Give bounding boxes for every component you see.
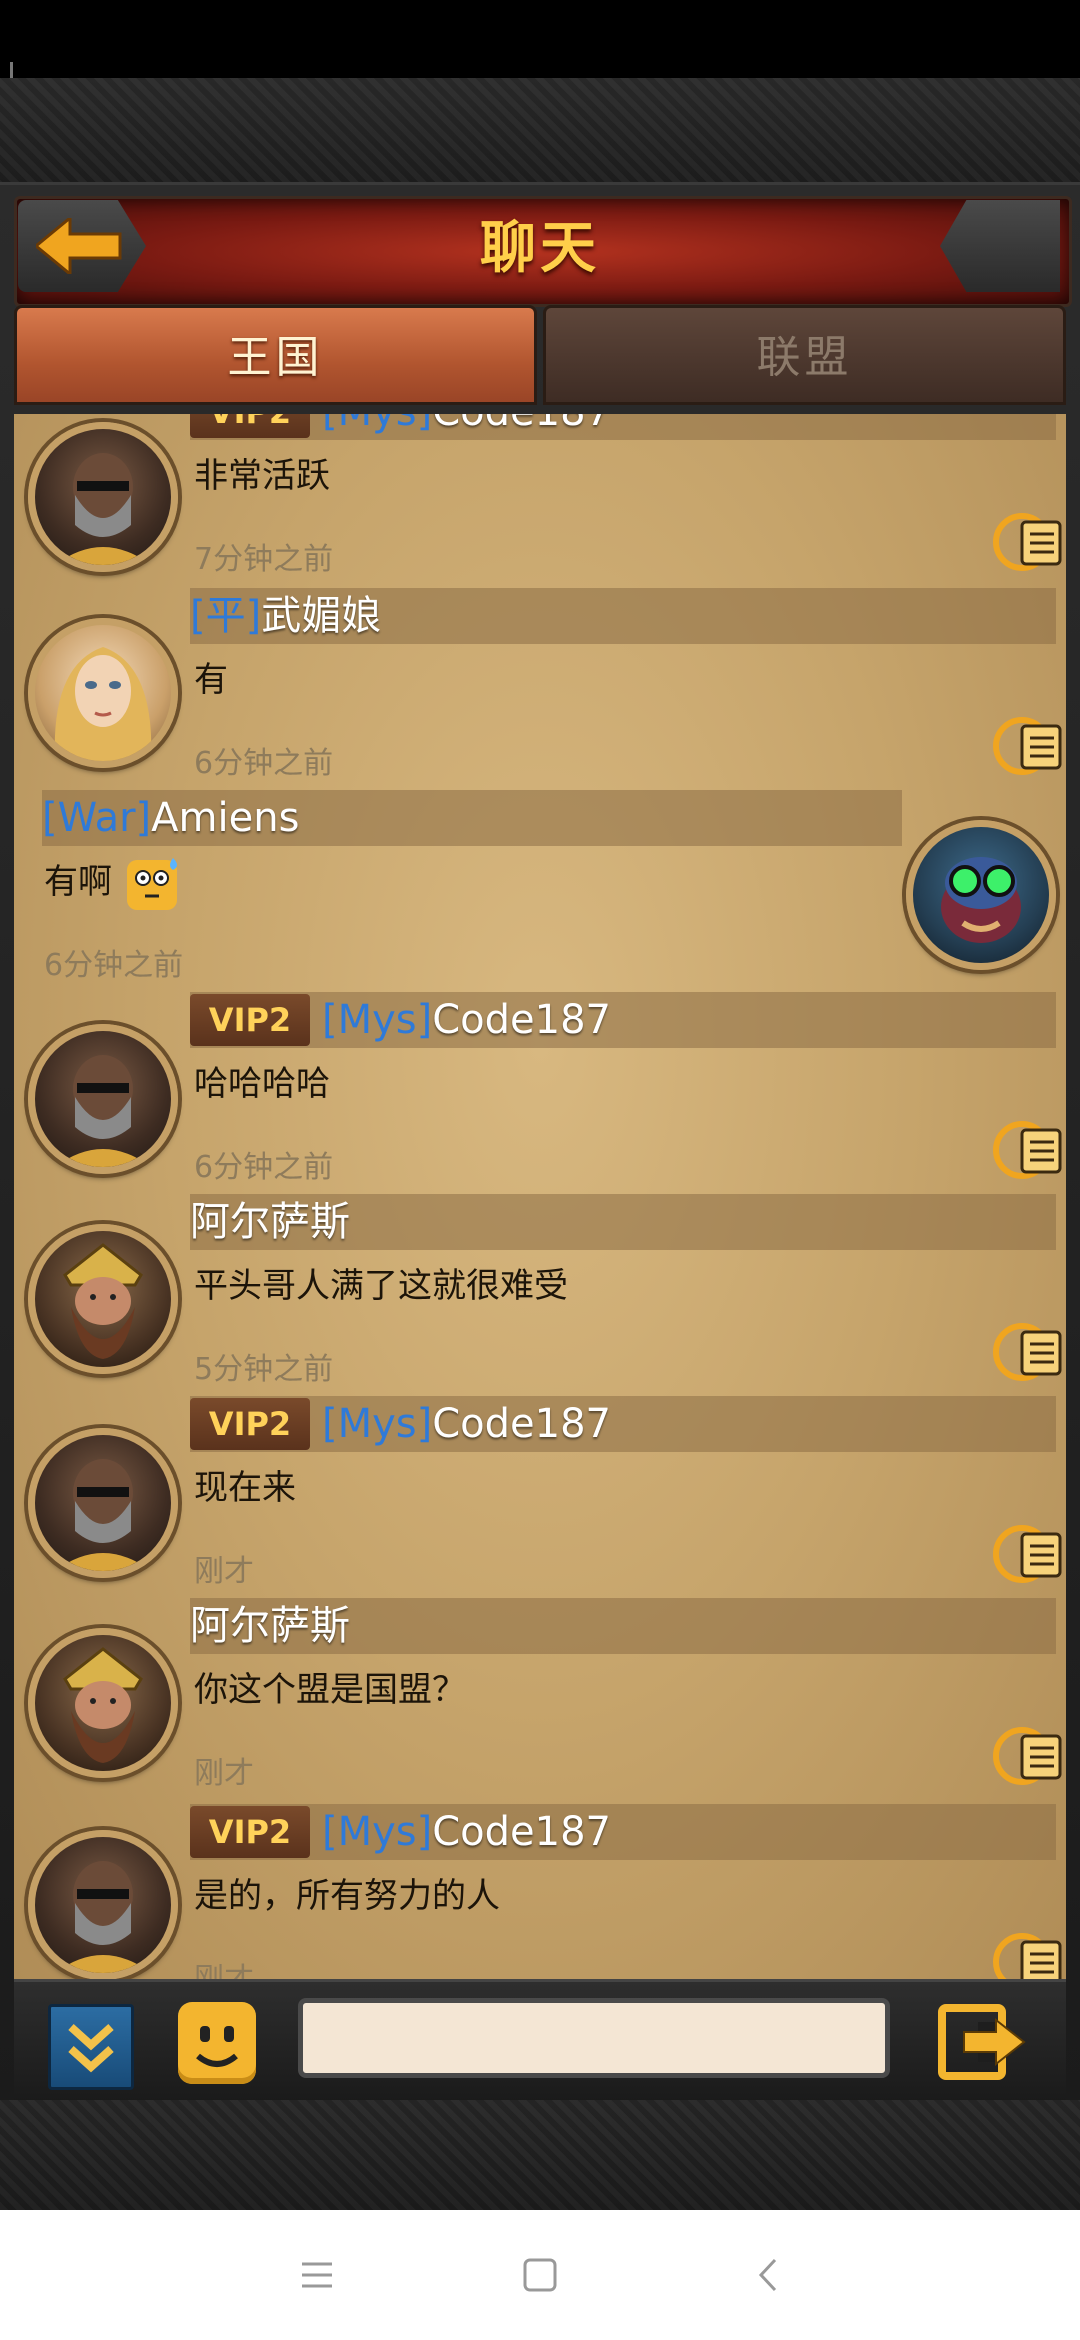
send-icon: [938, 2004, 1026, 2080]
message-header: VIP2 [Mys]Code187: [190, 1804, 1056, 1860]
message-text: 你这个盟是国盟？: [194, 1670, 466, 1710]
alliance-tag: [War]: [42, 795, 152, 841]
message-text: 非常活跃: [194, 456, 330, 496]
message-text: 哈哈哈哈: [194, 1064, 330, 1104]
smiley-icon: [196, 2026, 238, 2067]
alliance-tag: [平]: [190, 593, 262, 639]
chat-message: VIP2 [Mys]Code187 是的，所有努力的人 刚才: [14, 1804, 1066, 1979]
message-text: 平头哥人满了这就很难受: [194, 1266, 568, 1306]
alliance-tag: [Mys]: [322, 414, 432, 435]
alliance-tag: [Mys]: [322, 997, 433, 1043]
username[interactable]: Code187: [432, 1809, 611, 1855]
message-time: 6分钟之前: [194, 1150, 334, 1185]
goggles-creature-avatar[interactable]: [906, 820, 1056, 970]
username[interactable]: 阿尔萨斯: [190, 1603, 350, 1649]
message-header: VIP2 [Mys]Code187: [190, 992, 1056, 1048]
reply-icon[interactable]: [992, 1928, 1064, 1979]
emoji-button[interactable]: [178, 2002, 256, 2084]
message-header: VIP2 [Mys]Code187: [190, 414, 1056, 440]
stone-border-top: [0, 78, 1080, 188]
chat-message: VIP2 [Mys]Code187 哈哈哈哈 6分钟之前: [14, 992, 1066, 1192]
message-time: 刚才: [194, 1756, 254, 1791]
username[interactable]: 阿尔萨斯: [190, 1199, 350, 1245]
bald-sunglasses-avatar[interactable]: [28, 1024, 178, 1174]
blonde-woman-avatar[interactable]: [28, 618, 178, 768]
dwarf-avatar[interactable]: [28, 1628, 178, 1778]
message-time: 6分钟之前: [44, 948, 184, 983]
message-text: 有: [194, 660, 228, 700]
alliance-tag: [Mys]: [322, 1809, 433, 1855]
message-text: 有啊: [44, 854, 181, 912]
reply-icon[interactable]: [992, 712, 1064, 780]
message-time: 6分钟之前: [194, 746, 334, 781]
confused-emoji-icon: [126, 857, 177, 910]
scroll-down-button[interactable]: [48, 2004, 134, 2090]
alliance-tag: [Mys]: [322, 1401, 433, 1447]
dwarf-icon: [63, 1243, 143, 1359]
dwarf-icon: [63, 1647, 143, 1763]
chat-message-list[interactable]: VIP2[Mys]Code187 非常活跃 7分钟之前 [平]武媚娘 有 6分: [14, 414, 1066, 1979]
message-header: [War]Amiens: [42, 790, 902, 846]
message-time: 刚才: [194, 1554, 254, 1589]
chat-message: 阿尔萨斯 平头哥人满了这就很难受 5分钟之前: [14, 1194, 1066, 1394]
page-title: 聊天: [480, 216, 600, 281]
tab-alliance[interactable]: 联盟: [543, 305, 1066, 405]
message-header: 阿尔萨斯: [190, 1194, 1056, 1250]
double-chevron-down-icon: [68, 2024, 114, 2073]
reply-icon[interactable]: [992, 1722, 1064, 1790]
message-header: [平]武媚娘: [190, 588, 1056, 644]
home-icon[interactable]: [515, 2250, 565, 2300]
username[interactable]: Code187: [432, 414, 611, 435]
chat-message: 阿尔萨斯 你这个盟是国盟？ 刚才: [14, 1598, 1066, 1798]
username[interactable]: Amiens: [151, 795, 299, 841]
message-header: 阿尔萨斯: [190, 1598, 1056, 1654]
message-text-content: 有啊: [44, 862, 112, 902]
chat-message: VIP2 [Mys]Code187 现在来 刚才: [14, 1396, 1066, 1596]
chat-tabs: 王国 联盟: [14, 305, 1066, 411]
system-nav-bar: [0, 2210, 1080, 2340]
chat-message: [平]武媚娘 有 6分钟之前: [14, 588, 1066, 788]
message-text: 是的，所有努力的人: [194, 1876, 500, 1916]
send-button[interactable]: [938, 2002, 1028, 2082]
chat-message: [War]Amiens 有啊 6分钟之前: [14, 790, 1066, 990]
message-time: 7分钟之前: [194, 542, 334, 577]
tab-kingdom[interactable]: 王国: [14, 305, 537, 405]
reply-icon[interactable]: [992, 1520, 1064, 1588]
message-time: 5分钟之前: [194, 1352, 334, 1387]
bald-sunglasses-icon: [55, 1055, 151, 1167]
vip-badge: VIP2: [190, 1398, 310, 1450]
dwarf-avatar[interactable]: [28, 1224, 178, 1374]
username[interactable]: Code187: [432, 997, 611, 1043]
bald-sunglasses-icon: [55, 1861, 151, 1973]
chat-input[interactable]: [298, 1998, 890, 2078]
vip-badge: VIP2: [190, 994, 310, 1046]
chat-message: VIP2 [Mys]Code187 非常活跃 7分钟之前: [14, 414, 1066, 584]
username[interactable]: 武媚娘: [261, 593, 381, 639]
bald-sunglasses-icon: [55, 453, 151, 565]
stone-border-bottom: [0, 2100, 1080, 2210]
bald-sunglasses-icon: [55, 1459, 151, 1571]
status-bar: [0, 0, 1080, 147]
vip-badge: VIP2: [190, 414, 310, 438]
message-header: VIP2 [Mys]Code187: [190, 1396, 1056, 1452]
reply-icon[interactable]: [992, 508, 1064, 576]
blonde-woman-icon: [54, 647, 152, 761]
username[interactable]: Code187: [432, 1401, 611, 1447]
reply-icon[interactable]: [992, 1116, 1064, 1184]
message-text: 现在来: [194, 1468, 296, 1508]
vip-badge: VIP2: [190, 1806, 310, 1858]
message-time: 刚才: [194, 1954, 254, 1979]
menu-icon[interactable]: [292, 2250, 342, 2300]
bald-sunglasses-avatar[interactable]: [28, 1428, 178, 1578]
bald-sunglasses-avatar[interactable]: [28, 1830, 178, 1979]
reply-icon[interactable]: [992, 1318, 1064, 1386]
back-icon[interactable]: [745, 2250, 795, 2300]
goggles-creature-icon: [941, 857, 1021, 943]
bald-sunglasses-avatar[interactable]: [28, 422, 178, 572]
